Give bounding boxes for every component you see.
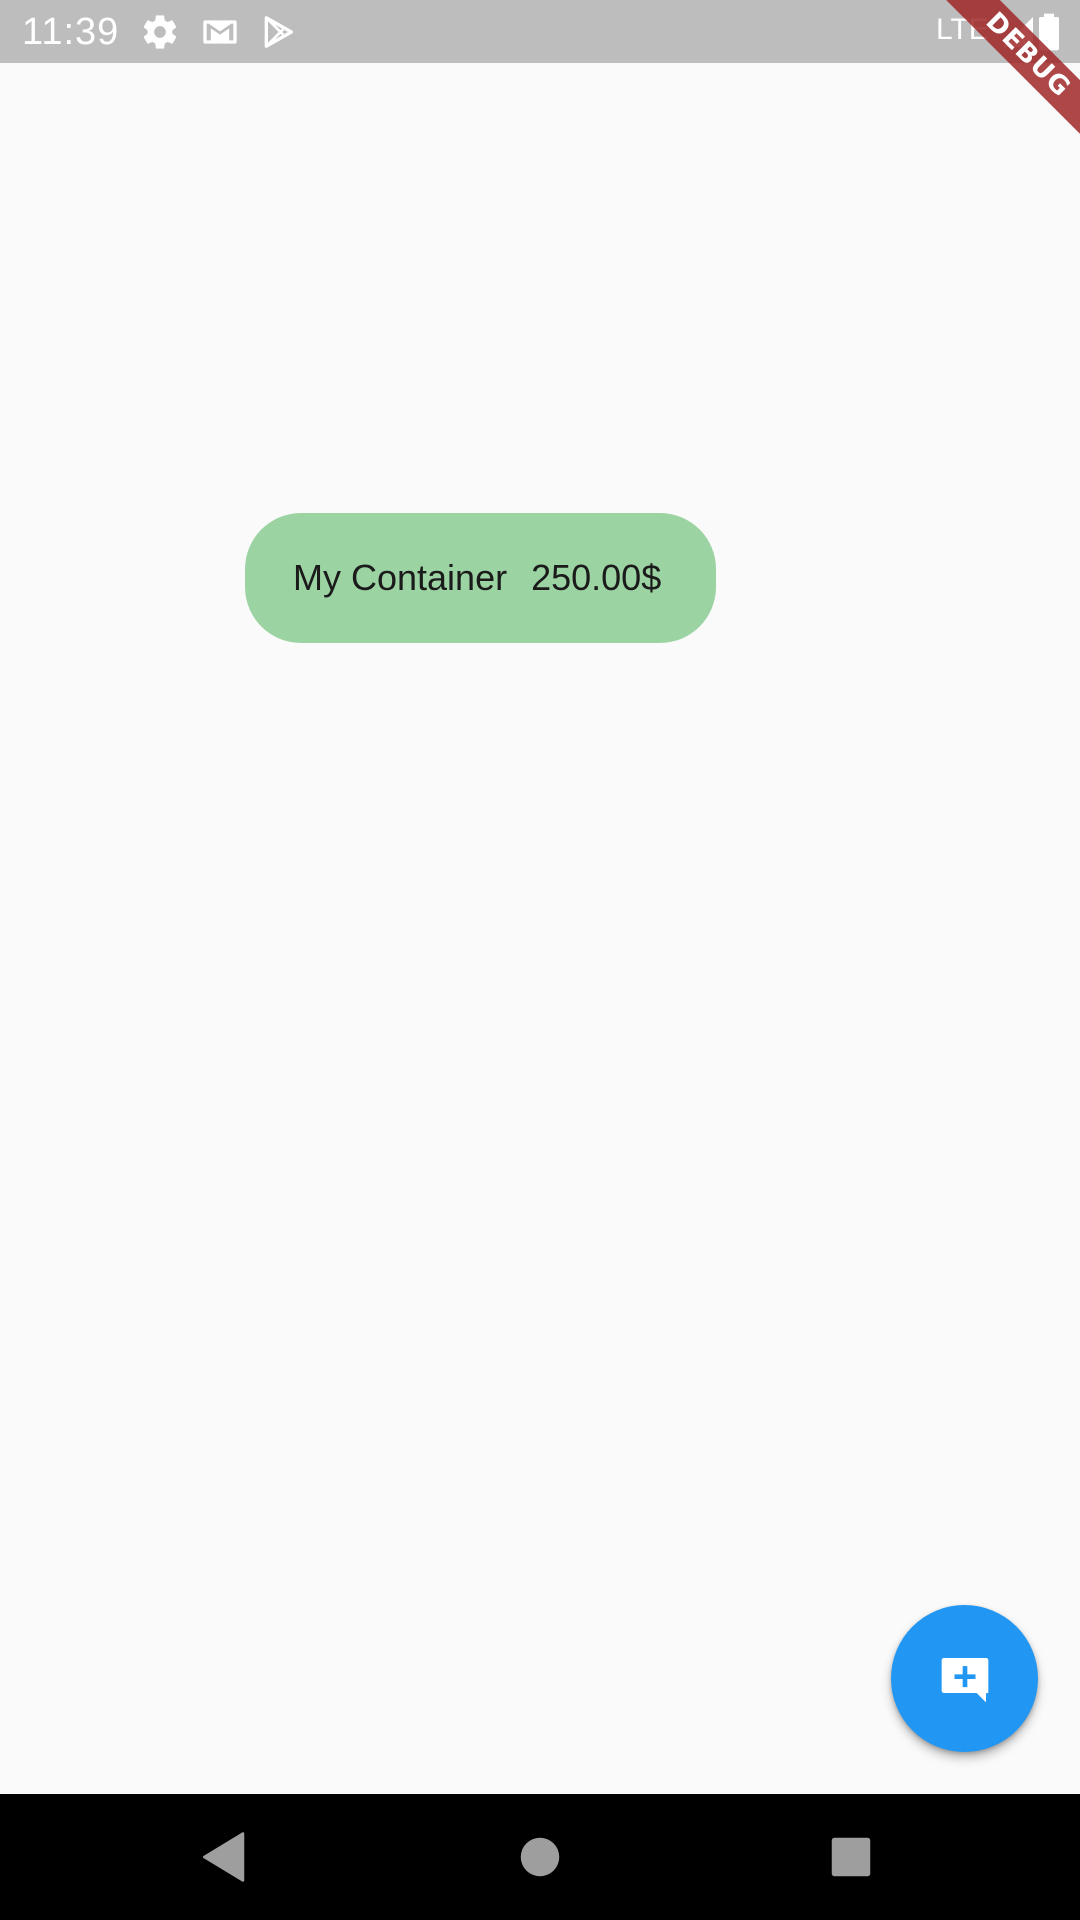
battery-icon: [1036, 12, 1062, 52]
play-store-icon: [258, 12, 298, 52]
recents-icon: [818, 1824, 884, 1890]
status-time: 11:39: [22, 11, 120, 53]
home-button[interactable]: [507, 1824, 573, 1890]
home-icon: [507, 1824, 573, 1890]
back-button[interactable]: [192, 1824, 258, 1890]
container-amount: 250.00$: [531, 557, 662, 598]
gmail-icon: [198, 12, 242, 52]
app-screen: 11:39 LTE DEBUG My Container 250.00$: [0, 0, 1080, 1920]
add-comment-fab[interactable]: [891, 1605, 1038, 1752]
navigation-bar: [0, 1794, 1080, 1920]
status-bar: 11:39 LTE: [0, 0, 1080, 63]
container-label: My Container: [293, 557, 508, 598]
settings-icon: [140, 12, 180, 52]
recents-button[interactable]: [818, 1824, 884, 1890]
add-comment-icon: [937, 1651, 993, 1707]
network-type-label: LTE: [936, 13, 989, 46]
my-container-card: My Container 250.00$: [245, 513, 716, 643]
signal-icon: [1000, 12, 1036, 52]
back-icon: [192, 1824, 258, 1890]
